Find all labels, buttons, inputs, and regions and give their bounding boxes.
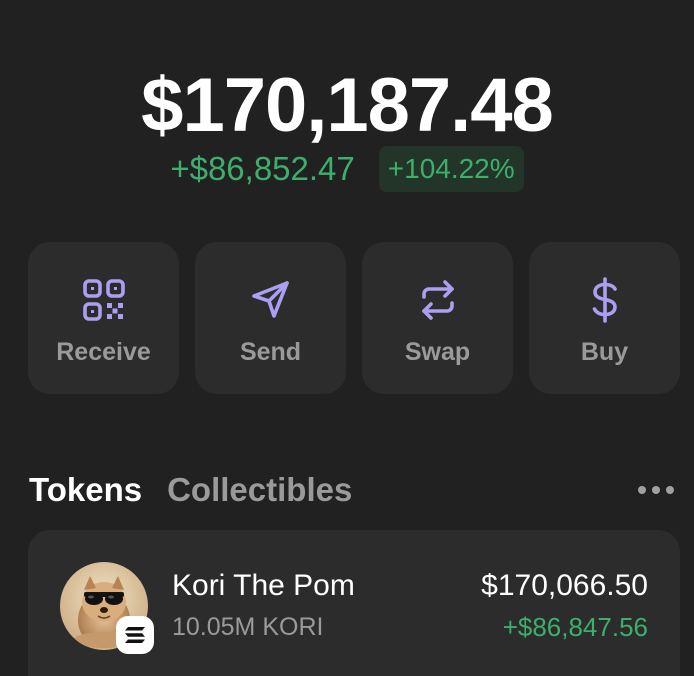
more-horizontal-icon — [638, 486, 674, 494]
receive-button[interactable]: Receive — [28, 242, 179, 394]
dollar-icon — [581, 276, 629, 324]
swap-button[interactable]: Swap — [362, 242, 513, 394]
balance-change-percent-badge: +104.22% — [378, 146, 524, 192]
token-change: +$86,847.56 — [502, 612, 648, 642]
buy-label: Buy — [580, 338, 629, 366]
token-name: Kori The Pom — [172, 569, 355, 602]
qr-code-icon — [80, 276, 128, 324]
send-button[interactable]: Send — [195, 242, 346, 394]
swap-icon — [414, 276, 462, 324]
wallet-home: $170,187.48 +$86,852.47 +104.22% Receive… — [0, 0, 694, 676]
buy-button[interactable]: Buy — [529, 242, 680, 394]
total-balance: $170,187.48 — [141, 63, 554, 148]
tab-tokens[interactable]: Tokens — [29, 468, 142, 512]
action-buttons: Receive Send Swap Buy — [28, 242, 680, 394]
tab-collectibles[interactable]: Collectibles — [167, 468, 352, 512]
balance-change-row: +$86,852.47 +104.22% — [0, 146, 694, 192]
send-icon — [247, 276, 295, 324]
receive-label: Receive — [56, 338, 151, 366]
asset-tabs: Tokens Collectibles — [29, 468, 352, 512]
more-options-button[interactable] — [636, 478, 676, 502]
balance-change-amount: +$86,852.47 — [170, 150, 355, 187]
token-amount: 10.05M KORI — [172, 613, 324, 641]
token-row[interactable]: Kori The Pom 10.05M KORI $170,066.50 +$8… — [28, 530, 680, 676]
token-value: $170,066.50 — [481, 569, 648, 602]
swap-label: Swap — [404, 338, 471, 366]
solana-icon — [116, 616, 154, 654]
send-label: Send — [239, 338, 302, 366]
